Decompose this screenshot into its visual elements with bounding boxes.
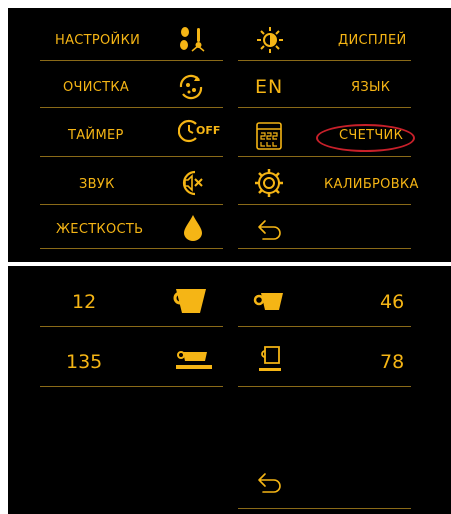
outline-cup-icon: [259, 346, 281, 371]
sound-mute-icon[interactable]: [177, 169, 207, 197]
row-divider: [40, 107, 223, 108]
espresso-cup-icon: [253, 293, 283, 310]
row-divider: [40, 386, 223, 387]
counter-value-cup-saucer: 135: [66, 351, 103, 373]
water-drop-icon[interactable]: [182, 214, 204, 242]
row-divider: [238, 60, 411, 61]
row-divider: [40, 60, 223, 61]
menu-item-calibration[interactable]: КАЛИБРОВКА: [324, 177, 419, 192]
row-divider: [238, 386, 411, 387]
menu-item-cleaning[interactable]: ОЧИСТКА: [63, 80, 129, 95]
menu-item-settings[interactable]: НАСТРОЙКИ: [55, 33, 140, 48]
cup-saucer-icon: [176, 351, 212, 369]
row-divider: [40, 156, 223, 157]
row-divider: [40, 248, 223, 249]
menu-item-display[interactable]: ДИСПЛЕЙ: [338, 33, 407, 48]
row-divider: [238, 156, 411, 157]
row-divider: [238, 508, 411, 509]
cleaning-cycle-icon[interactable]: [177, 73, 207, 101]
counter-value-large-cup: 12: [72, 291, 97, 313]
menu-item-hardness[interactable]: ЖЕСТКОСТЬ: [56, 222, 143, 237]
timer-off-icon[interactable]: OFF: [178, 118, 224, 146]
row-divider: [238, 204, 411, 205]
large-cup-icon: [173, 289, 206, 313]
brightness-icon[interactable]: [256, 26, 284, 54]
row-divider: [40, 204, 223, 205]
menu-item-timer[interactable]: ТАЙМЕР: [68, 128, 124, 143]
row-divider: [238, 107, 411, 108]
counter-icon[interactable]: [256, 122, 282, 150]
counter-highlight-ellipse: [316, 124, 415, 152]
back-arrow-icon[interactable]: [257, 219, 283, 241]
row-divider: [238, 326, 411, 327]
settings-bean-thermometer-icon[interactable]: [176, 26, 206, 54]
menu-item-language[interactable]: ЯЗЫК: [351, 80, 390, 95]
counter-back-arrow-icon[interactable]: [257, 472, 283, 494]
counter-value-outline-cup: 78: [380, 351, 405, 373]
language-icon[interactable]: EN: [255, 76, 283, 98]
grinder-calibration-icon[interactable]: [255, 168, 283, 198]
counter-value-espresso-cup: 46: [380, 291, 405, 313]
menu-item-sound[interactable]: ЗВУК: [79, 177, 115, 192]
row-divider: [238, 248, 411, 249]
row-divider: [40, 326, 223, 327]
